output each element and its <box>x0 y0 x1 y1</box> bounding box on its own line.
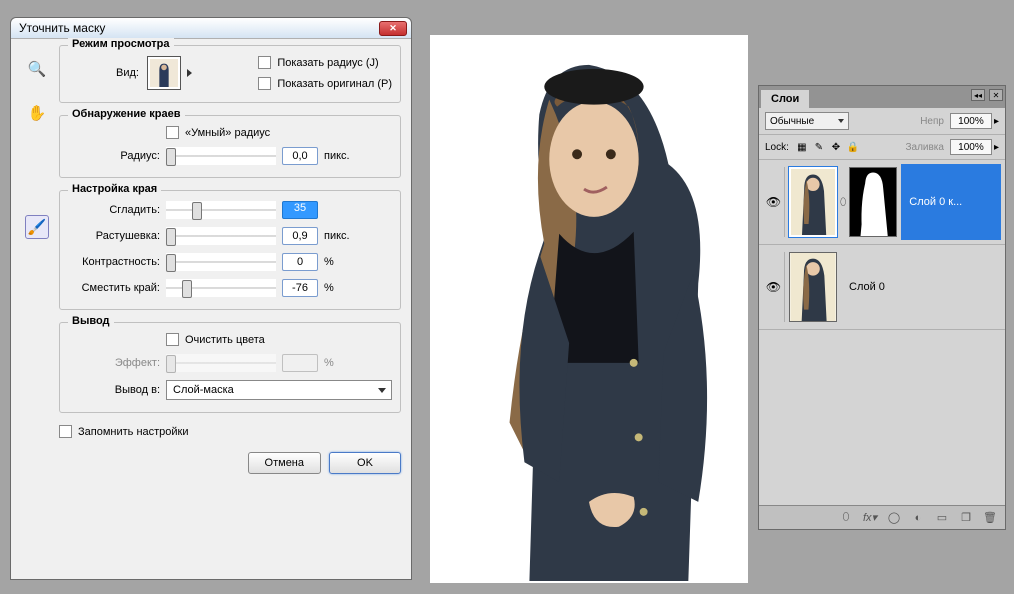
panel-collapse-icon[interactable]: ◂◂ <box>971 89 985 101</box>
dialog-title: Уточнить маску <box>19 21 105 35</box>
decontaminate-checkbox[interactable]: Очистить цвета <box>68 333 392 346</box>
panel-tab-bar: Слои ◂◂ ✕ <box>759 86 1005 108</box>
layer-row[interactable]: 👁 ⬯ Слой 0 к... <box>759 160 1005 245</box>
feather-slider[interactable] <box>166 227 276 245</box>
opacity-label: Непр <box>920 116 944 127</box>
shift-edge-slider[interactable] <box>166 279 276 297</box>
layer-mask-thumbnail[interactable] <box>849 167 897 237</box>
panel-close-icon[interactable]: ✕ <box>989 89 1003 101</box>
contrast-label: Контрастность: <box>68 256 160 268</box>
adjust-edge-group: Настройка края Сгладить: 35 Растушевка: … <box>59 190 401 310</box>
show-radius-checkbox[interactable]: Показать радиус (J) <box>258 56 392 69</box>
output-group: Вывод Очистить цвета Эффект: % Вывод в: … <box>59 322 401 413</box>
cancel-button[interactable]: Отмена <box>248 452 321 474</box>
amount-slider <box>166 354 276 372</box>
amount-label: Эффект: <box>68 357 160 369</box>
smooth-label: Сгладить: <box>68 204 160 216</box>
group-icon[interactable]: ▭ <box>933 510 951 526</box>
lock-transparent-icon[interactable]: ▦ <box>795 140 809 154</box>
ok-button[interactable]: OK <box>329 452 401 474</box>
layer-thumbnail[interactable] <box>789 252 837 322</box>
zoom-tool-icon[interactable]: 🔍 <box>25 57 49 81</box>
layers-list: 👁 ⬯ Слой 0 к... 👁 Слой 0 <box>759 160 1005 480</box>
feather-label: Растушевка: <box>68 230 160 242</box>
hand-tool-icon[interactable]: ✋ <box>25 101 49 125</box>
lock-all-icon[interactable]: 🔒 <box>846 140 860 154</box>
lock-label: Lock: <box>765 142 789 153</box>
show-original-checkbox[interactable]: Показать оригинал (P) <box>258 77 392 90</box>
shift-edge-input[interactable] <box>282 279 318 297</box>
amount-input <box>282 354 318 372</box>
contrast-slider[interactable] <box>166 253 276 271</box>
output-legend: Вывод <box>68 315 114 327</box>
fill-label: Заливка <box>905 142 944 153</box>
view-mode-group: Режим просмотра Вид: Показать радиус (J) <box>59 45 401 103</box>
refine-mask-dialog: Уточнить маску ✕ 🔍 ✋ 🖌️ Режим просмотра … <box>10 17 412 580</box>
adjustment-layer-icon[interactable]: ◐ <box>909 510 927 526</box>
shift-edge-label: Сместить край: <box>68 282 160 294</box>
lock-position-icon[interactable]: ✥ <box>829 140 843 154</box>
layer-name[interactable]: Слой 0 к... <box>901 164 1001 240</box>
smart-radius-checkbox[interactable]: «Умный» радиус <box>68 126 392 139</box>
radius-label: Радиус: <box>68 150 160 162</box>
image-canvas[interactable] <box>430 35 748 583</box>
opacity-arrow-icon[interactable]: ▸ <box>994 116 999 127</box>
delete-layer-icon[interactable]: 🗑 <box>981 510 999 526</box>
view-label: Вид: <box>116 67 139 79</box>
link-mask-icon[interactable]: ⬯ <box>840 197 846 208</box>
radius-slider[interactable] <box>166 147 276 165</box>
visibility-toggle-icon[interactable]: 👁 <box>763 252 785 322</box>
layer-fx-icon[interactable]: fx▾ <box>861 510 879 526</box>
lock-pixels-icon[interactable]: ✎ <box>812 140 826 154</box>
new-layer-icon[interactable]: ❐ <box>957 510 975 526</box>
contrast-input[interactable] <box>282 253 318 271</box>
output-to-dropdown[interactable]: Слой-маска <box>166 380 392 400</box>
fill-input[interactable] <box>950 139 992 155</box>
link-layers-icon[interactable]: ⬯ <box>837 510 855 526</box>
fill-arrow-icon[interactable]: ▸ <box>994 142 999 153</box>
dialog-titlebar[interactable]: Уточнить маску ✕ <box>11 18 411 39</box>
add-mask-icon[interactable]: ◯ <box>885 510 903 526</box>
layers-panel-footer: ⬯ fx▾ ◯ ◐ ▭ ❐ 🗑 <box>759 505 1005 529</box>
edge-detection-group: Обнаружение краев «Умный» радиус Радиус:… <box>59 115 401 178</box>
tab-layers[interactable]: Слои <box>761 90 809 108</box>
adjust-edge-legend: Настройка края <box>68 183 161 195</box>
remember-settings-checkbox[interactable]: Запомнить настройки <box>59 425 401 438</box>
opacity-input[interactable] <box>950 113 992 129</box>
layer-name[interactable]: Слой 0 <box>841 249 1001 325</box>
canvas-image <box>440 45 738 581</box>
refine-brush-tool-icon[interactable]: 🖌️ <box>25 215 49 239</box>
layer-row[interactable]: 👁 Слой 0 <box>759 245 1005 330</box>
feather-input[interactable] <box>282 227 318 245</box>
edge-detection-legend: Обнаружение краев <box>68 108 185 120</box>
output-to-label: Вывод в: <box>68 384 160 396</box>
layers-panel: Слои ◂◂ ✕ Обычные Непр ▸ Lock: ▦ ✎ ✥ 🔒 З… <box>758 85 1006 530</box>
radius-input[interactable] <box>282 147 318 165</box>
view-mode-dropdown[interactable] <box>147 56 181 90</box>
close-icon[interactable]: ✕ <box>379 21 407 36</box>
layer-thumbnail[interactable] <box>789 167 837 237</box>
view-mode-legend: Режим просмотра <box>68 38 174 50</box>
smooth-slider[interactable] <box>166 201 276 219</box>
visibility-toggle-icon[interactable]: 👁 <box>763 167 785 237</box>
blend-mode-dropdown[interactable]: Обычные <box>765 112 849 130</box>
smooth-input[interactable]: 35 <box>282 201 318 219</box>
